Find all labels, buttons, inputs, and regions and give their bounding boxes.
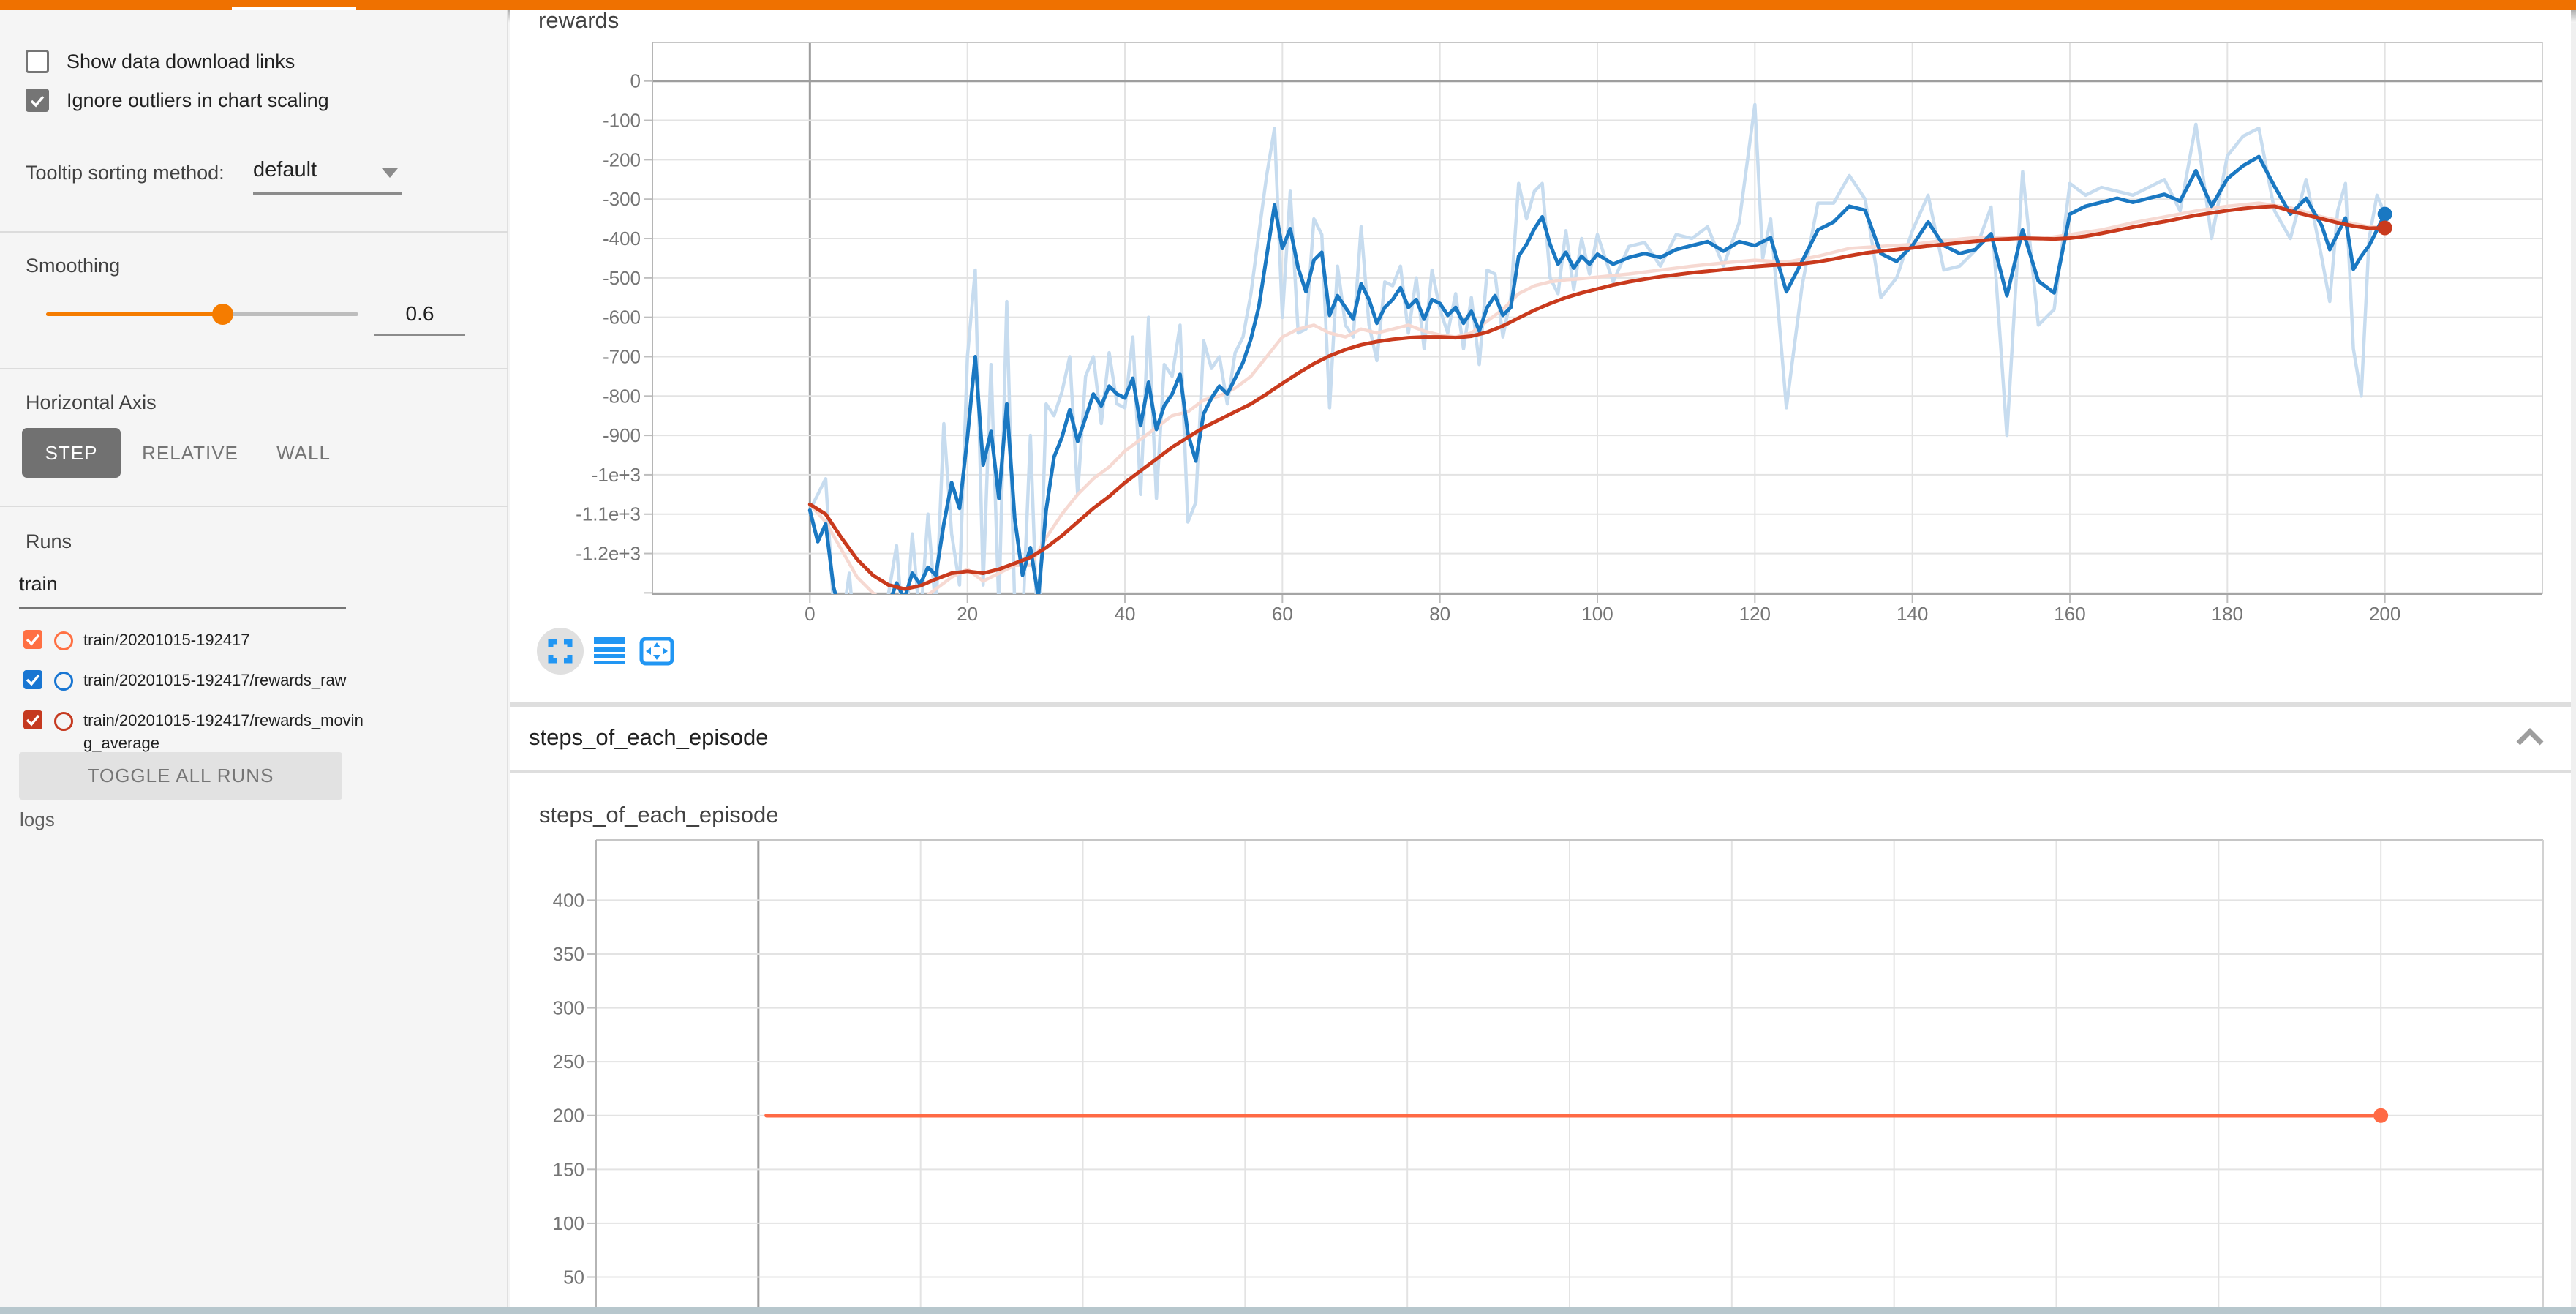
svg-text:120: 120 — [1739, 603, 1771, 625]
run-filter-input[interactable]: train — [19, 573, 346, 609]
tooltip-sorting-value: default — [253, 158, 317, 181]
chevron-up-icon[interactable] — [2514, 727, 2546, 748]
svg-text:0: 0 — [630, 70, 641, 92]
smoothing-label: Smoothing — [26, 255, 120, 277]
check-icon — [24, 671, 42, 688]
svg-text:40: 40 — [1115, 603, 1136, 625]
svg-text:250: 250 — [553, 1051, 584, 1073]
run-row[interactable]: train/20201015-192417 — [23, 628, 365, 651]
svg-text:-900: -900 — [603, 424, 641, 446]
rewards-chart[interactable]: 0 20 40 60 80 100 120 140 160 180 200 0 -100 -200 -300… — [510, 29, 2571, 702]
tooltip-sorting-label: Tooltip sorting method: — [26, 162, 225, 184]
svg-text:-1.1e+3: -1.1e+3 — [576, 503, 641, 525]
run-radio-icon[interactable] — [54, 672, 73, 691]
tensorboard-app: Show data download links Ignore outliers… — [0, 0, 2576, 1314]
svg-text:180: 180 — [2212, 603, 2243, 625]
section-title: steps_of_each_episode — [529, 724, 768, 751]
fullscreen-icon — [537, 628, 584, 675]
horizontal-axis-label: Horizontal Axis — [26, 391, 157, 414]
svg-text:20: 20 — [957, 603, 978, 625]
svg-text:-800: -800 — [603, 385, 641, 407]
smoothing-value: 0.6 — [406, 302, 434, 325]
divider — [0, 368, 508, 369]
run-radio-icon[interactable] — [54, 631, 73, 650]
svg-text:-700: -700 — [603, 345, 641, 367]
fit-domain-button[interactable] — [639, 637, 674, 666]
run-name: train/20201015-192417 — [83, 628, 365, 651]
run-row[interactable]: train/20201015-192417/rewards_moving_ave… — [23, 709, 365, 754]
svg-text:160: 160 — [2054, 603, 2085, 625]
checkbox-label: Ignore outliers in chart scaling — [67, 89, 329, 112]
smoothing-slider-thumb[interactable] — [212, 304, 233, 325]
run-filter-value: train — [19, 573, 58, 595]
run-checkbox-icon[interactable] — [23, 710, 42, 729]
check-icon — [29, 92, 46, 110]
svg-text:60: 60 — [1272, 603, 1293, 625]
svg-text:150: 150 — [553, 1158, 584, 1180]
checkbox-checked-icon[interactable] — [26, 89, 49, 112]
steps-chart[interactable]: 400 350 300 250 200 150 100 50 — [510, 834, 2571, 1314]
divider — [0, 506, 508, 507]
chevron-down-icon — [382, 168, 398, 178]
svg-text:-600: -600 — [603, 307, 641, 328]
fit-data-icon — [639, 637, 674, 666]
run-row[interactable]: train/20201015-192417/rewards_raw — [23, 669, 365, 691]
scrollbar-gutter[interactable] — [2571, 23, 2576, 1314]
check-icon — [24, 711, 42, 729]
checkbox-label: Show data download links — [67, 50, 295, 73]
axis-option-wall[interactable]: WALL — [263, 428, 344, 478]
svg-text:-400: -400 — [603, 228, 641, 249]
svg-text:-300: -300 — [603, 188, 641, 210]
svg-text:100: 100 — [553, 1212, 584, 1234]
axis-option-step[interactable]: STEP — [22, 428, 121, 478]
svg-text:350: 350 — [553, 943, 584, 965]
svg-text:200: 200 — [2369, 603, 2400, 625]
run-checkbox-icon[interactable] — [23, 670, 42, 689]
divider — [0, 231, 508, 233]
show-download-links-row[interactable]: Show data download links — [26, 50, 295, 73]
run-radio-icon[interactable] — [54, 712, 73, 731]
smoothing-slider-fill — [46, 312, 222, 316]
svg-text:400: 400 — [553, 889, 584, 911]
log-scale-icon — [594, 637, 625, 665]
svg-text:-500: -500 — [603, 267, 641, 289]
svg-text:80: 80 — [1429, 603, 1450, 625]
axis-option-relative[interactable]: RELATIVE — [135, 428, 245, 478]
horizontal-scrollbar[interactable] — [0, 1307, 2576, 1314]
runs-label: Runs — [26, 530, 72, 553]
run-name: train/20201015-192417/rewards_moving_ave… — [83, 709, 365, 754]
section-header-steps[interactable]: steps_of_each_episode — [510, 707, 2571, 770]
check-icon — [24, 631, 42, 648]
svg-text:50: 50 — [563, 1266, 584, 1288]
settings-sidebar: Show data download links Ignore outliers… — [0, 10, 508, 1314]
svg-text:100: 100 — [1581, 603, 1613, 625]
svg-text:300: 300 — [553, 997, 584, 1019]
toggle-all-runs-button[interactable]: TOGGLE ALL RUNS — [19, 752, 342, 800]
run-checkbox-icon[interactable] — [23, 630, 42, 649]
checkbox-unchecked-icon[interactable] — [26, 50, 49, 73]
run-name: train/20201015-192417/rewards_raw — [83, 669, 365, 691]
svg-text:0: 0 — [805, 603, 815, 625]
smoothing-value-input[interactable]: 0.6 — [374, 302, 465, 336]
ignore-outliers-row[interactable]: Ignore outliers in chart scaling — [26, 89, 329, 112]
svg-text:200: 200 — [553, 1105, 584, 1127]
log-scale-button[interactable] — [594, 637, 625, 665]
expand-card-button[interactable] — [537, 628, 584, 675]
svg-text:-200: -200 — [603, 149, 641, 170]
steps-chart-title: steps_of_each_episode — [539, 802, 778, 828]
top-app-bar — [0, 0, 2576, 10]
logs-path-label: logs — [20, 808, 55, 831]
svg-text:-1.2e+3: -1.2e+3 — [576, 543, 641, 565]
svg-text:-100: -100 — [603, 110, 641, 132]
tooltip-sorting-select[interactable]: default — [253, 158, 402, 195]
svg-text:140: 140 — [1897, 603, 1928, 625]
svg-text:-1e+3: -1e+3 — [592, 464, 641, 486]
